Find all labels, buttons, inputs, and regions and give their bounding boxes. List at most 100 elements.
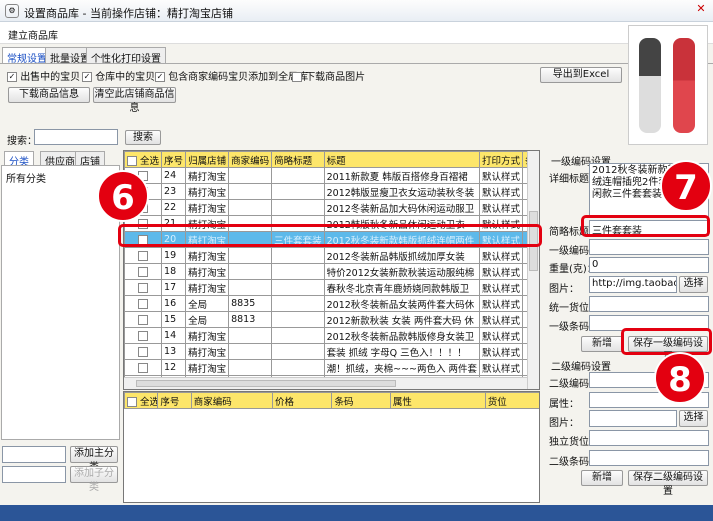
table-row[interactable]: 23 精打淘宝 2012韩版显瘦卫衣女运动装秋冬装 默认样式 — [124, 183, 539, 200]
row-checkbox-cell[interactable] — [124, 247, 163, 264]
weight-input[interactable]: 0 — [589, 257, 709, 273]
row-checkbox-cell[interactable] — [124, 279, 163, 296]
annotation-8: 8 — [654, 352, 706, 404]
table-row[interactable]: 16 全局 8835 2012秋冬装新品女装两件套大码休 默认样式 — [124, 295, 539, 312]
table-row[interactable]: 18 精打淘宝 特价2012女装新款秋装运动服纯棉 默认样式 — [124, 263, 539, 280]
column-header[interactable]: 属性 — [389, 392, 486, 409]
column-header[interactable]: 商家编码 — [190, 392, 274, 409]
table-cell — [228, 343, 273, 360]
select-all-checkbox[interactable] — [127, 397, 137, 407]
option-label: 仓库中的宝贝 — [95, 72, 156, 83]
column-header[interactable]: 全选 — [124, 151, 163, 168]
column-header[interactable]: 序号 — [161, 151, 187, 168]
row-checkbox-cell[interactable] — [124, 359, 163, 376]
sub-category-input[interactable] — [2, 466, 66, 483]
tree-root[interactable]: 所有分类 — [6, 170, 46, 185]
row-checkbox-cell[interactable] — [124, 311, 163, 328]
table-cell — [271, 167, 325, 184]
column-header[interactable]: 打印方式 — [479, 151, 524, 168]
column-header[interactable]: 序号 — [157, 392, 192, 409]
row-checkbox-cell[interactable] — [124, 343, 163, 360]
table-row[interactable]: 13 精打淘宝 套装 抓绒 字母Q 三色入！！！！ 默认样式 — [124, 343, 539, 360]
row-checkbox[interactable] — [138, 250, 149, 261]
menu-build-library[interactable]: 建立商品库 — [8, 27, 58, 42]
checkbox[interactable]: ✓ — [155, 72, 165, 82]
column-header[interactable]: 全选 — [124, 392, 159, 409]
column-header[interactable]: 条码 — [331, 392, 391, 409]
row-checkbox[interactable] — [138, 362, 149, 373]
product-table: 全选序号归属店铺商家编码简略标题标题打印方式条码 24精打淘宝2011新款夏 韩… — [124, 151, 539, 389]
choose-image-button[interactable]: 选择 — [679, 276, 708, 293]
table-row[interactable]: 24 精打淘宝 2011新款夏 韩版百搭修身百褶裙 默认样式 — [124, 167, 539, 184]
row-checkbox-cell[interactable] — [124, 327, 163, 344]
column-header[interactable]: 归属店铺 — [185, 151, 230, 168]
slot-input[interactable] — [589, 296, 709, 312]
download-info-button[interactable]: 下载商品信息 — [8, 87, 90, 103]
table-cell: 默认样式 — [479, 183, 524, 200]
level1-new-button[interactable]: 新增 — [581, 336, 623, 352]
checkbox[interactable]: ✓ — [7, 72, 17, 82]
checkbox[interactable] — [292, 72, 302, 82]
main-category-input[interactable] — [2, 446, 66, 463]
row-checkbox[interactable] — [138, 314, 149, 325]
left-tab-category[interactable]: 分类 — [4, 151, 34, 168]
row-checkbox-cell[interactable] — [124, 263, 163, 280]
export-excel-button[interactable]: 导出到Excel — [540, 67, 622, 83]
scroll-thumb[interactable] — [136, 380, 396, 387]
column-header[interactable]: 货位 — [484, 392, 539, 409]
independent-slot-input[interactable] — [589, 430, 709, 446]
table-cell — [228, 263, 273, 280]
add-sub-category-button[interactable]: 添加子分类 — [70, 466, 118, 493]
table-row[interactable]: 14 精打淘宝 2012秋冬装新品款韩版修身女装卫 默认样式 — [124, 327, 539, 344]
column-header[interactable]: 标题 — [323, 151, 481, 168]
column-header[interactable]: 价格 — [272, 392, 333, 409]
table-cell: 精打淘宝 — [185, 343, 230, 360]
table-row[interactable]: 19 精打淘宝 2012冬装新品韩版抓绒加厚女装 默认样式 — [124, 247, 539, 264]
option-label: 出售中的宝贝 — [20, 72, 81, 83]
table-cell — [271, 279, 325, 296]
horizontal-scrollbar[interactable] — [124, 377, 528, 389]
table-row[interactable]: 17 精打淘宝 春秋冬北京青年鹿娇娆同款韩版卫 默认样式 — [124, 279, 539, 296]
table-row[interactable]: 22 精打淘宝 2012冬装新品加大码休闲运动服卫 默认样式 — [124, 199, 539, 216]
highlight-selected-row — [118, 224, 542, 247]
table-cell — [271, 263, 325, 280]
table-cell — [228, 199, 273, 216]
level2-choose-button[interactable]: 选择 — [679, 410, 708, 427]
table-cell — [271, 359, 325, 376]
clear-shop-button[interactable]: 清空此店铺商品信息 — [93, 87, 176, 114]
level2-barcode-input[interactable] — [589, 450, 709, 466]
image-url-input[interactable]: http://img.taobao.com — [589, 276, 677, 293]
row-checkbox[interactable] — [138, 298, 149, 309]
left-tab-shop[interactable]: 店铺 — [75, 151, 105, 168]
level1-code-input[interactable] — [589, 239, 709, 255]
row-checkbox[interactable] — [138, 266, 149, 277]
option-include-global[interactable]: ✓ 包含商家编码宝贝添加到全局库 — [155, 68, 308, 83]
add-main-category-button[interactable]: 添加主分类 — [70, 446, 118, 473]
row-checkbox-cell[interactable] — [124, 295, 163, 312]
search-input[interactable] — [34, 129, 118, 145]
table-row[interactable]: 15 全局 8813 2012新款秋装 女装 两件套大码 休默认样式 — [124, 311, 539, 328]
left-tab-supplier[interactable]: 供应商 — [40, 151, 80, 168]
column-header[interactable]: 简略标题 — [271, 151, 325, 168]
vertical-scrollbar[interactable] — [527, 151, 539, 389]
tab-print[interactable]: 个性化打印设置 — [86, 47, 166, 65]
row-checkbox[interactable] — [138, 346, 149, 357]
sku-table: 全选 序号 商家编码 价格 条码 属性 货位 — [124, 392, 539, 409]
table-row[interactable]: 12 精打淘宝 潮！抓绒，夹棉~~~两色入 两件套 默认样式 — [124, 359, 539, 376]
checkbox[interactable]: ✓ — [82, 72, 92, 82]
save-level2-button[interactable]: 保存二级编码设置 — [628, 470, 708, 497]
select-all-checkbox[interactable] — [127, 156, 137, 166]
option-warehouse[interactable]: ✓ 仓库中的宝贝 — [82, 68, 155, 83]
option-download-images[interactable]: 下载商品图片 — [292, 68, 365, 83]
option-on-sale[interactable]: ✓ 出售中的宝贝 — [7, 68, 80, 83]
level2-image-input[interactable] — [589, 410, 677, 427]
row-checkbox[interactable] — [138, 282, 149, 293]
table-cell: 默认样式 — [479, 263, 524, 280]
row-checkbox[interactable] — [138, 330, 149, 341]
model-figure — [639, 38, 661, 133]
level2-new-button[interactable]: 新增 — [581, 470, 623, 486]
column-header[interactable]: 商家编码 — [228, 151, 273, 168]
close-icon[interactable]: ✕ — [691, 2, 711, 18]
search-button[interactable]: 搜索 — [125, 130, 161, 145]
table-cell: 14 — [161, 327, 187, 344]
